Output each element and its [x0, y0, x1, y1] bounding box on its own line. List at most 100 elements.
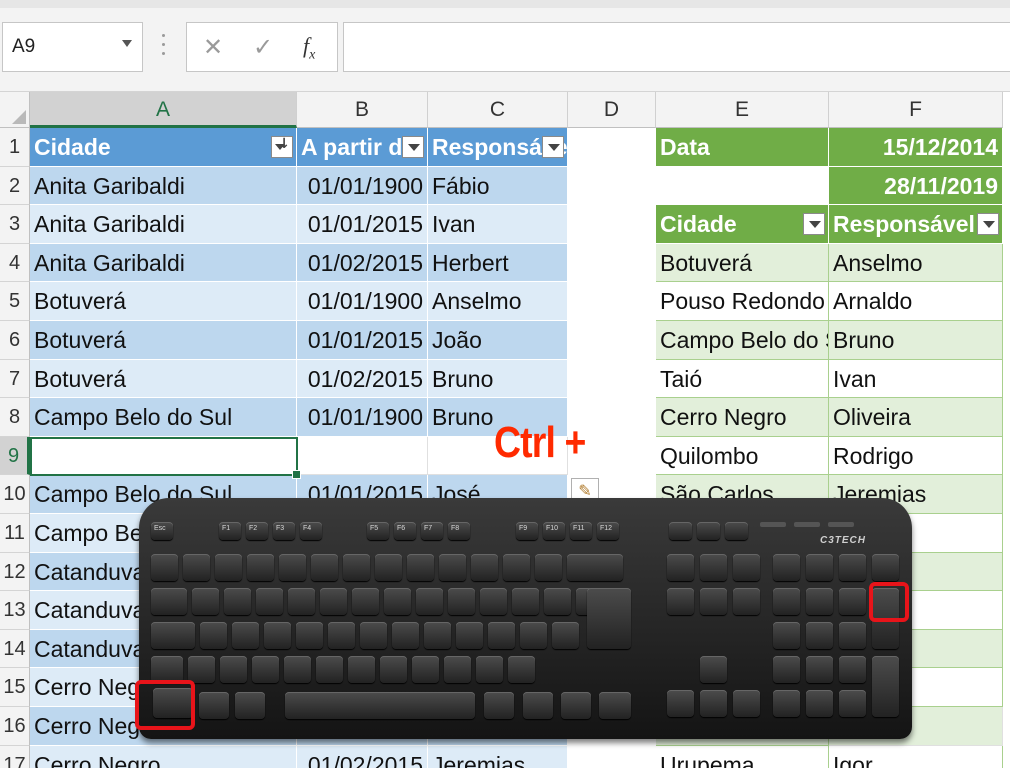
table2-header-0[interactable]: Cidade — [656, 205, 829, 244]
keyboard-key — [480, 588, 507, 615]
keyboard-key — [839, 588, 866, 615]
active-cell-a9[interactable] — [30, 436, 301, 479]
table1-cell[interactable]: Cerro Negro — [30, 745, 297, 768]
table2-cell[interactable]: Campo Belo do Sul — [656, 321, 829, 360]
name-box[interactable]: A9 — [2, 22, 143, 72]
data-label-cell[interactable]: Data — [656, 128, 829, 167]
row-header-12[interactable]: 12 — [0, 552, 30, 592]
column-header-f[interactable]: F — [829, 92, 1003, 128]
filter-dropdown-icon[interactable] — [977, 213, 999, 236]
sort-filter-icon[interactable] — [271, 136, 293, 158]
table1-cell[interactable]: Ivan — [428, 205, 568, 244]
enter-icon[interactable]: ✓ — [253, 33, 273, 61]
cancel-icon[interactable]: ✕ — [203, 33, 223, 61]
keyboard-key — [392, 622, 419, 649]
table1-cell[interactable]: João — [428, 321, 568, 360]
table1-cell[interactable]: Botuverá — [30, 359, 297, 399]
table1-cell[interactable]: Campo Belo do Sul — [30, 398, 297, 437]
table2-cell[interactable]: Arnaldo — [829, 282, 1003, 321]
table1-cell[interactable]: Anita Garibaldi — [30, 166, 297, 206]
table2-cell[interactable]: Ivan — [829, 359, 1003, 399]
table1-cell[interactable] — [297, 436, 428, 476]
filter-dropdown-icon[interactable] — [402, 136, 424, 158]
row-header-11[interactable]: 11 — [0, 514, 30, 553]
row-header-4[interactable]: 4 — [0, 243, 30, 283]
table2-cell[interactable]: Urupema — [656, 745, 829, 768]
column-header-e[interactable]: E — [656, 92, 829, 128]
table2-cell[interactable]: Pouso Redondo — [656, 282, 829, 321]
table2-cell[interactable]: Cerro Negro — [656, 398, 829, 437]
name-box-value: A9 — [12, 36, 36, 57]
row-header-3[interactable]: 3 — [0, 205, 30, 244]
table2-cell[interactable]: Rodrigo — [829, 436, 1003, 476]
table1-cell[interactable]: 01/01/2015 — [297, 205, 428, 244]
insert-function-icon[interactable]: fx — [303, 33, 315, 63]
row-header-17[interactable]: 17 — [0, 745, 30, 768]
keyboard-key — [284, 656, 311, 683]
row-header-1[interactable]: 1 — [0, 128, 30, 167]
row-header-5[interactable]: 5 — [0, 282, 30, 321]
keyboard-key — [520, 622, 547, 649]
table1-cell[interactable]: 01/01/1900 — [297, 398, 428, 437]
row-header-6[interactable]: 6 — [0, 321, 30, 360]
table1-cell[interactable]: 01/01/1900 — [297, 282, 428, 321]
row-header-2[interactable]: 2 — [0, 166, 30, 206]
table1-cell[interactable]: Bruno — [428, 359, 568, 399]
row-header-13[interactable]: 13 — [0, 591, 30, 630]
table1-cell[interactable]: Anita Garibaldi — [30, 243, 297, 283]
keyboard-key: F3 — [273, 522, 295, 540]
keyboard-key — [697, 522, 720, 540]
table1-cell[interactable]: Anselmo — [428, 282, 568, 321]
filter-dropdown-icon[interactable] — [542, 136, 564, 158]
row-header-10[interactable]: 10 — [0, 475, 30, 514]
table1-header-1[interactable]: A partir de — [297, 128, 428, 167]
table1-header-2[interactable]: Responsável — [428, 128, 568, 167]
row-header-16[interactable]: 16 — [0, 707, 30, 746]
table1-cell[interactable]: Botuverá — [30, 282, 297, 321]
formula-input[interactable] — [343, 22, 1010, 72]
table1-cell[interactable]: 01/02/2015 — [297, 359, 428, 399]
table2-cell[interactable]: Quilombo — [656, 436, 829, 476]
table1-cell[interactable]: 01/02/2015 — [297, 745, 428, 768]
row-header-15[interactable]: 15 — [0, 668, 30, 707]
formula-bar-grip[interactable] — [158, 34, 168, 58]
column-header-c[interactable]: C — [428, 92, 568, 128]
table1-cell[interactable]: 01/01/1900 — [297, 166, 428, 206]
table1-cell[interactable]: Jeremias — [428, 745, 568, 768]
filter-dropdown-icon[interactable] — [803, 213, 825, 236]
table2-cell[interactable]: Anselmo — [829, 243, 1003, 283]
table1-cell[interactable]: Anita Garibaldi — [30, 205, 297, 244]
row-header-7[interactable]: 7 — [0, 359, 30, 399]
data-value-cell[interactable]: 15/12/2014 — [829, 128, 1003, 167]
keyboard-image: C3TECH Esc F1 F2 F3 F4 F5 F6 F7 F8 F9 F10 F11 F12 — [139, 498, 912, 739]
column-header-b[interactable]: B — [297, 92, 428, 128]
keyboard-key — [667, 588, 694, 615]
select-all-corner[interactable] — [0, 92, 30, 128]
table1-cell[interactable]: Fábio — [428, 166, 568, 206]
table1-header-0[interactable]: Cidade — [30, 128, 297, 167]
table2-cell[interactable]: Igor — [829, 745, 1003, 768]
table2-header-1[interactable]: Responsável — [829, 205, 1003, 244]
keyboard-key — [773, 656, 800, 683]
table1-cell[interactable]: Herbert — [428, 243, 568, 283]
table2-cell[interactable]: Oliveira — [829, 398, 1003, 437]
keyboard-key — [412, 656, 439, 683]
table2-cell[interactable]: Botuverá — [656, 243, 829, 283]
date2-cell[interactable]: 28/11/2019 — [829, 166, 1003, 206]
table1-cell[interactable]: Botuverá — [30, 321, 297, 360]
keyboard-key: F12 — [597, 522, 619, 540]
row-header-8[interactable]: 8 — [0, 398, 30, 437]
row-header-9[interactable]: 9 — [0, 436, 30, 476]
keyboard-key — [535, 554, 562, 581]
chevron-down-icon[interactable] — [122, 40, 132, 47]
table1-cell[interactable]: 01/02/2015 — [297, 243, 428, 283]
plus-key-highlight — [869, 582, 909, 622]
row-header-14[interactable]: 14 — [0, 629, 30, 669]
table2-cell[interactable]: Taió — [656, 359, 829, 399]
column-header-a[interactable]: A — [30, 92, 297, 128]
table2-cell[interactable]: Bruno — [829, 321, 1003, 360]
column-header-d[interactable]: D — [568, 92, 656, 128]
keyboard-key — [384, 588, 411, 615]
table1-cell[interactable]: 01/01/2015 — [297, 321, 428, 360]
keyboard-key — [773, 588, 800, 615]
